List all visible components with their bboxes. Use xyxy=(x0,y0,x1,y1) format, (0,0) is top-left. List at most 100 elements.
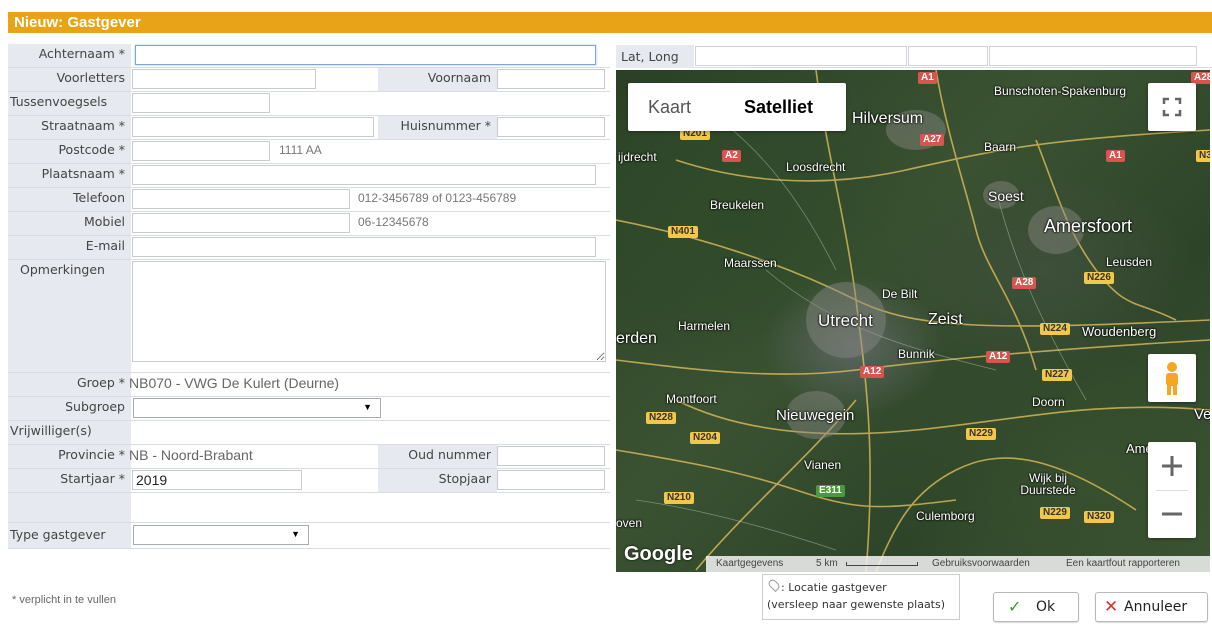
row-opmerkingen: Opmerkingen xyxy=(8,260,610,373)
cancel-button[interactable]: ✕ Annuleer xyxy=(1095,592,1208,622)
road-shield: N320 xyxy=(1084,511,1114,523)
spacer-label xyxy=(8,493,131,522)
road-shield: A1 xyxy=(1106,150,1125,162)
map-place-label: Culemborg xyxy=(916,509,975,523)
postcode-input[interactable] xyxy=(132,141,270,161)
mobiel-input[interactable] xyxy=(132,213,350,233)
map-place-label: Loosdrecht xyxy=(786,160,846,174)
road-shield: N224 xyxy=(1040,323,1070,335)
subgroep-label: Subgroep xyxy=(8,397,131,420)
zoom-out-button[interactable] xyxy=(1148,490,1196,538)
lat-long-field[interactable] xyxy=(695,46,907,66)
dialog-title-bar: Nieuw: Gastgever xyxy=(8,12,1212,33)
map-legend: : Locatie gastgever (versleep naar gewen… xyxy=(762,574,960,620)
oud-nummer-input[interactable] xyxy=(497,446,605,466)
terms-link[interactable]: Gebruiksvoorwaarden xyxy=(932,556,1030,572)
fullscreen-button[interactable] xyxy=(1148,83,1196,131)
telefoon-input[interactable] xyxy=(132,189,350,209)
map-type-kaart[interactable]: Kaart xyxy=(648,83,691,131)
voorletters-input[interactable] xyxy=(132,69,316,89)
report-error-link[interactable]: Een kaartfout rapporteren xyxy=(1066,556,1180,572)
map-scale-bar xyxy=(846,562,918,566)
road-shield: N210 xyxy=(664,492,694,504)
map-place-label: oven xyxy=(616,516,643,530)
minus-icon xyxy=(1162,512,1182,516)
type-gastgever-select[interactable]: ▼ xyxy=(133,525,309,545)
map-place-label: Woudenberg xyxy=(1082,324,1157,339)
startjaar-input[interactable] xyxy=(132,470,302,490)
map-place-label: Baarn xyxy=(984,140,1017,154)
opmerkingen-label: Opmerkingen xyxy=(8,260,131,372)
row-voorletters: Voorletters Voornaam xyxy=(8,68,610,92)
telefoon-hint: 012-3456789 of 0123-456789 xyxy=(358,191,517,205)
row-provincie: Provincie * NB - Noord-Brabant Oud numme… xyxy=(8,445,610,469)
map-place-label: Hilversum xyxy=(852,110,924,127)
email-input[interactable] xyxy=(132,237,596,257)
tussenvoegsels-input[interactable] xyxy=(132,93,270,113)
zoom-in-button[interactable] xyxy=(1148,442,1196,490)
groep-label: Groep * xyxy=(8,373,131,396)
subgroep-select[interactable]: ▼ xyxy=(133,398,381,418)
postcode-label: Postcode * xyxy=(8,140,131,163)
map-place-label: Doorn xyxy=(1032,395,1065,409)
stopjaar-input[interactable] xyxy=(497,470,605,490)
straatnaam-input[interactable] xyxy=(132,117,374,137)
map-type-control: Kaart Satelliet xyxy=(628,83,846,131)
map-place-label: ijdrecht xyxy=(618,150,657,164)
row-groep: Groep * NB070 - VWG De Kulert (Deurne) xyxy=(8,373,610,397)
voornaam-label: Voornaam xyxy=(378,68,497,91)
road-shield: E311 xyxy=(816,485,845,497)
zoom-control xyxy=(1148,442,1196,538)
marker-icon xyxy=(766,577,782,593)
map-place-label: Amersfoort xyxy=(1044,216,1133,236)
startjaar-label: Startjaar * xyxy=(8,469,131,492)
map-place-label: Montfoort xyxy=(666,392,717,406)
road-shield: N229 xyxy=(966,428,996,440)
tussenvoegsels-label: Tussenvoegsels xyxy=(8,92,131,115)
road-shield: A27 xyxy=(920,134,945,146)
voornaam-input[interactable] xyxy=(497,69,605,89)
map-place-label: Ve xyxy=(1194,406,1210,423)
map-data-link[interactable]: Kaartgegevens xyxy=(716,556,783,572)
road-shield: A28 xyxy=(1012,277,1037,289)
row-vrijwilligers: Vrijwilliger(s) xyxy=(8,421,610,445)
road-shield: N401 xyxy=(668,226,698,238)
mobiel-hint: 06-12345678 xyxy=(358,215,429,229)
row-startjaar: Startjaar * Stopjaar xyxy=(8,469,610,493)
mobiel-label: Mobiel xyxy=(8,212,131,235)
road-shield: N226 xyxy=(1084,272,1114,284)
huisnummer-input[interactable] xyxy=(497,117,605,137)
satellite-map[interactable]: Bunschoten-Spakenburg Hilversum Baarn ij… xyxy=(616,70,1210,572)
map-place-label: De Bilt xyxy=(882,287,918,301)
long-field[interactable] xyxy=(989,46,1197,66)
straatnaam-label: Straatnaam * xyxy=(8,116,131,139)
map-place-label: erden xyxy=(616,330,657,347)
voorletters-label: Voorletters xyxy=(8,68,131,91)
email-label: E-mail xyxy=(8,236,131,259)
road-shield: A12 xyxy=(860,366,885,378)
groep-value: NB070 - VWG De Kulert (Deurne) xyxy=(129,375,340,391)
type-gastgever-label: Type gastgever xyxy=(8,523,131,548)
map-type-satelliet[interactable]: Satelliet xyxy=(744,83,813,131)
dialog-title: Nieuw: Gastgever xyxy=(14,14,141,31)
street-view-button[interactable] xyxy=(1148,354,1196,402)
plaatsnaam-input[interactable] xyxy=(132,165,596,185)
map-place-label: Leusden xyxy=(1106,255,1153,269)
telefoon-label: Telefoon xyxy=(8,188,131,211)
ok-button[interactable]: ✓ Ok xyxy=(993,592,1079,622)
opmerkingen-textarea[interactable] xyxy=(132,261,606,362)
cancel-label: Annuleer xyxy=(1124,599,1188,615)
map-place-label: Bunschoten-Spakenburg xyxy=(994,84,1127,98)
map-attribution: Kaartgegevens 5 km Gebruiksvoorwaarden E… xyxy=(706,556,1210,572)
lat-field[interactable] xyxy=(908,46,988,66)
coordinates-bar: Lat, Long xyxy=(616,45,1212,68)
road-shield: N228 xyxy=(646,412,676,424)
oud-nummer-label: Oud nummer xyxy=(378,445,497,468)
achternaam-input[interactable] xyxy=(135,45,596,65)
row-mobiel: Mobiel 06-12345678 xyxy=(8,212,610,236)
road-shield: A12 xyxy=(986,351,1011,363)
map-place-label: Utrecht xyxy=(818,311,873,330)
google-logo: Google xyxy=(624,543,693,565)
plaatsnaam-label: Plaatsnaam * xyxy=(8,164,131,187)
vrijwilligers-label: Vrijwilliger(s) xyxy=(8,421,131,444)
